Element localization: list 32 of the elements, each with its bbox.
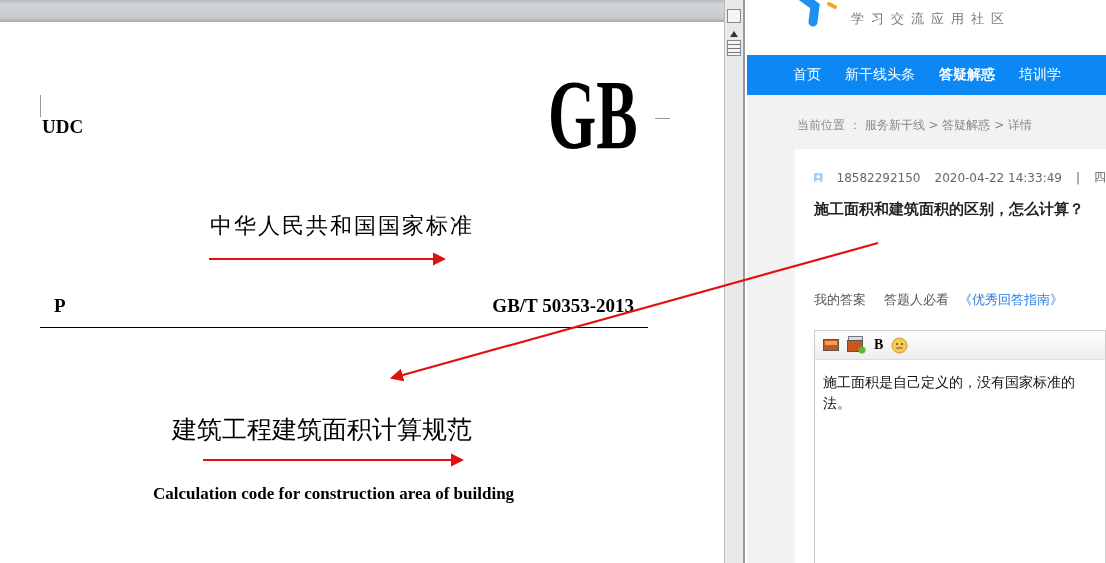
location-text: 四 — [1094, 169, 1106, 186]
scroll-thumb[interactable] — [727, 40, 741, 56]
nav-tab[interactable]: 新干线头条 — [845, 66, 915, 84]
smiley-icon[interactable] — [891, 336, 909, 354]
question-title: 施工面积和建筑面积的区别，怎么计算？ — [814, 200, 1085, 219]
answer-tab[interactable]: 我的答案 — [814, 291, 866, 309]
guide-link[interactable]: 《优秀回答指南》 — [959, 291, 1063, 309]
english-name: Calculation code for construction area of building — [153, 484, 516, 504]
site-tagline: 学习交流应用社区 — [851, 10, 1011, 28]
standard-title: 中华人民共和国国家标准 — [210, 212, 475, 240]
user-name[interactable]: 18582292150 — [836, 170, 921, 185]
split-icon[interactable] — [727, 9, 741, 23]
answer-tab[interactable]: 答题人必看 — [884, 291, 949, 309]
nav-tab[interactable]: 首页 — [793, 66, 821, 84]
standard-number: GB/T 50353-2013 — [492, 295, 634, 317]
udc-label: UDC — [42, 116, 84, 138]
answer-text: 法。 — [823, 394, 852, 413]
answer-editor[interactable]: B 施工面积是自己定义的，没有国家标准的 法。 — [814, 330, 1106, 563]
breadcrumb: 当前位置 ： 服务新干线 > 答疑解惑 > 详情 — [796, 117, 1033, 134]
document-name: 建筑工程建筑面积计算规范 — [172, 414, 473, 446]
nav-tab[interactable]: 培训学 — [1019, 66, 1061, 84]
gb-logo: GB — [547, 72, 637, 158]
category-label: P — [54, 295, 66, 317]
corner-mark — [40, 95, 41, 117]
meta-separator: | — [1075, 170, 1080, 185]
image-icon[interactable] — [823, 339, 839, 351]
corner-mark — [655, 118, 670, 119]
nav-tab[interactable]: 答疑解惑 — [939, 66, 995, 84]
bold-button[interactable]: B — [874, 337, 884, 353]
gallery-icon[interactable] — [847, 336, 866, 354]
post-time: 2020-04-22 14:33:49 — [934, 170, 1062, 185]
answer-text: 施工面积是自己定义的，没有国家标准的 — [823, 373, 1076, 392]
